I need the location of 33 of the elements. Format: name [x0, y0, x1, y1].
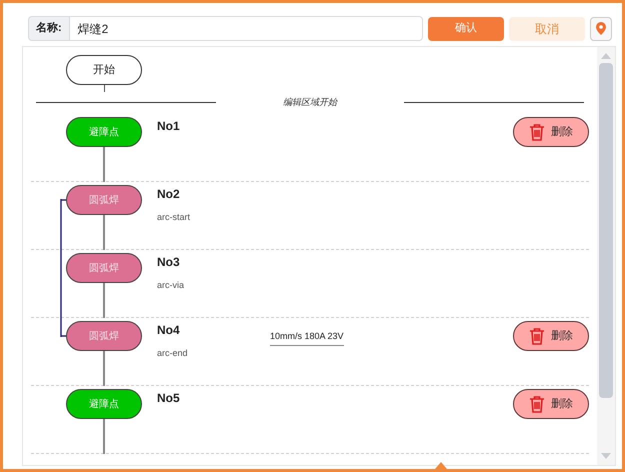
- step-number: No5: [157, 390, 181, 407]
- delete-button[interactable]: 删除: [513, 117, 589, 147]
- step-node[interactable]: 避障点: [66, 117, 142, 147]
- step-number: No4: [157, 322, 181, 339]
- trash-icon: [529, 327, 545, 345]
- step-node[interactable]: 圆弧焊: [66, 321, 142, 351]
- step-type-label: arc-via: [157, 279, 186, 292]
- location-button[interactable]: [590, 16, 612, 40]
- pointer-triangle-icon: [435, 462, 447, 469]
- scroll-up-icon[interactable]: [601, 53, 611, 59]
- name-label: 名称:: [28, 16, 70, 41]
- weld-params-label: 10mm/s 180A 23V: [270, 330, 344, 346]
- step-number: No2: [157, 186, 181, 203]
- scrollbar[interactable]: [597, 47, 615, 465]
- start-node: 开始: [66, 55, 142, 85]
- step-type-label: arc-end: [157, 347, 189, 360]
- step-number: No3: [157, 254, 181, 271]
- trash-icon: [529, 395, 545, 413]
- trash-icon: [529, 123, 545, 141]
- name-input[interactable]: 焊缝2: [70, 16, 423, 41]
- step-number: No1: [157, 118, 181, 135]
- step-type-label: arc-start: [157, 211, 192, 224]
- scrollbar-thumb[interactable]: [599, 63, 613, 398]
- step-node[interactable]: 圆弧焊: [66, 185, 142, 215]
- scroll-down-icon[interactable]: [601, 453, 611, 459]
- cancel-button[interactable]: 取消: [509, 16, 585, 40]
- location-pin-icon: [596, 22, 606, 35]
- confirm-button[interactable]: 确认: [428, 16, 504, 40]
- step-node[interactable]: 避障点: [66, 389, 142, 419]
- edit-area-start-label: 编辑区域开始: [282, 96, 338, 109]
- delete-button[interactable]: 删除: [513, 389, 589, 419]
- delete-button[interactable]: 删除: [513, 321, 589, 351]
- step-node[interactable]: 圆弧焊: [66, 253, 142, 283]
